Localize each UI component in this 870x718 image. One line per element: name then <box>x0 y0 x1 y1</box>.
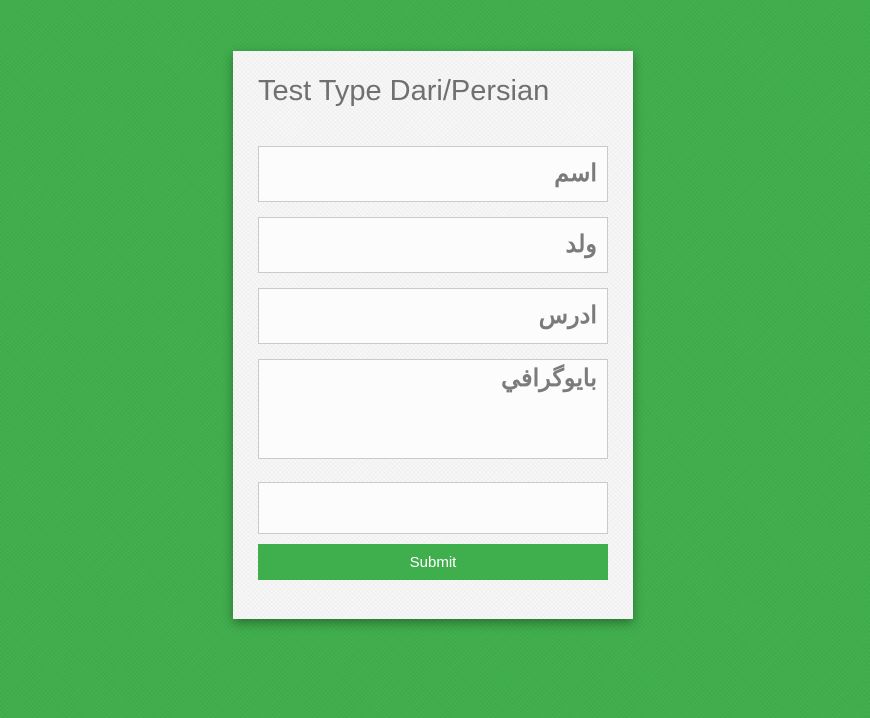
form-title: Test Type Dari/Persian <box>258 75 550 107</box>
name-input[interactable] <box>258 146 608 202</box>
form-card: Test Type Dari/Persian Submit <box>233 51 633 619</box>
extra-input[interactable] <box>258 482 608 534</box>
biography-textarea[interactable] <box>258 359 608 459</box>
submit-button[interactable]: Submit <box>258 544 608 580</box>
father-name-input[interactable] <box>258 217 608 273</box>
address-input[interactable] <box>258 288 608 344</box>
